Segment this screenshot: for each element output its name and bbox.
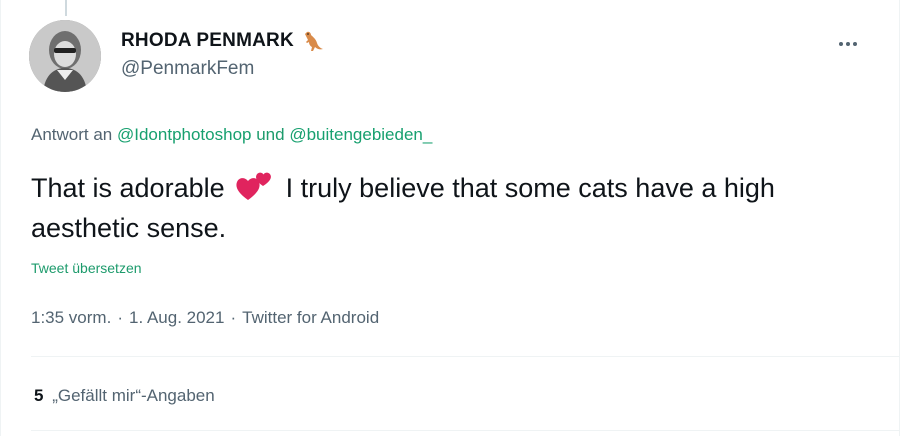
- tweet-source[interactable]: Twitter for Android: [242, 308, 379, 328]
- avatar[interactable]: [29, 20, 101, 92]
- meta-separator: ·: [117, 308, 123, 327]
- kangaroo-icon: [300, 28, 326, 54]
- reply-joiner: und: [256, 125, 285, 144]
- meta-separator: ·: [230, 308, 237, 327]
- translate-tweet-link[interactable]: Tweet übersetzen: [31, 260, 142, 276]
- tweet-text: That is adorable I truly believe that so…: [31, 168, 871, 248]
- display-name[interactable]: RHODA PENMARK: [121, 30, 294, 52]
- reply-context: Antwort an @Idontphotoshop und @buitenge…: [31, 125, 432, 145]
- likes-count: 5: [34, 386, 44, 405]
- thread-connector-line: [65, 0, 67, 16]
- more-icon-dot: [846, 42, 850, 46]
- mention-link[interactable]: @Idontphotoshop: [117, 125, 251, 144]
- tweet-text-part: That is adorable: [31, 173, 225, 203]
- likes-label: „Gefällt mir“-Angaben: [52, 386, 215, 405]
- divider: [31, 356, 899, 357]
- tweet-card: RHODA PENMARK @PenmarkFem Antwort an @Id…: [0, 0, 900, 436]
- likes-stat[interactable]: 5 „Gefällt mir“-Angaben: [34, 386, 215, 406]
- more-icon: [839, 42, 843, 46]
- more-icon-dot: [853, 42, 857, 46]
- more-button[interactable]: [833, 32, 863, 56]
- handle[interactable]: @PenmarkFem: [121, 58, 326, 80]
- divider: [31, 430, 899, 431]
- display-name-row: RHODA PENMARK: [121, 28, 326, 54]
- tweet-metadata: 1:35 vorm. · 1. Aug. 2021 · Twitter for …: [31, 308, 379, 328]
- author-names: RHODA PENMARK @PenmarkFem: [121, 28, 326, 80]
- avatar-image: [29, 20, 101, 92]
- reply-prefix: Antwort an: [31, 125, 113, 144]
- tweet-time[interactable]: 1:35 vorm.: [31, 308, 111, 328]
- two-hearts-icon: [234, 169, 274, 203]
- mention-link[interactable]: @buitengebieden_: [289, 125, 432, 144]
- tweet-header: RHODA PENMARK @PenmarkFem: [29, 20, 877, 92]
- tweet-date[interactable]: 1. Aug. 2021: [129, 308, 224, 328]
